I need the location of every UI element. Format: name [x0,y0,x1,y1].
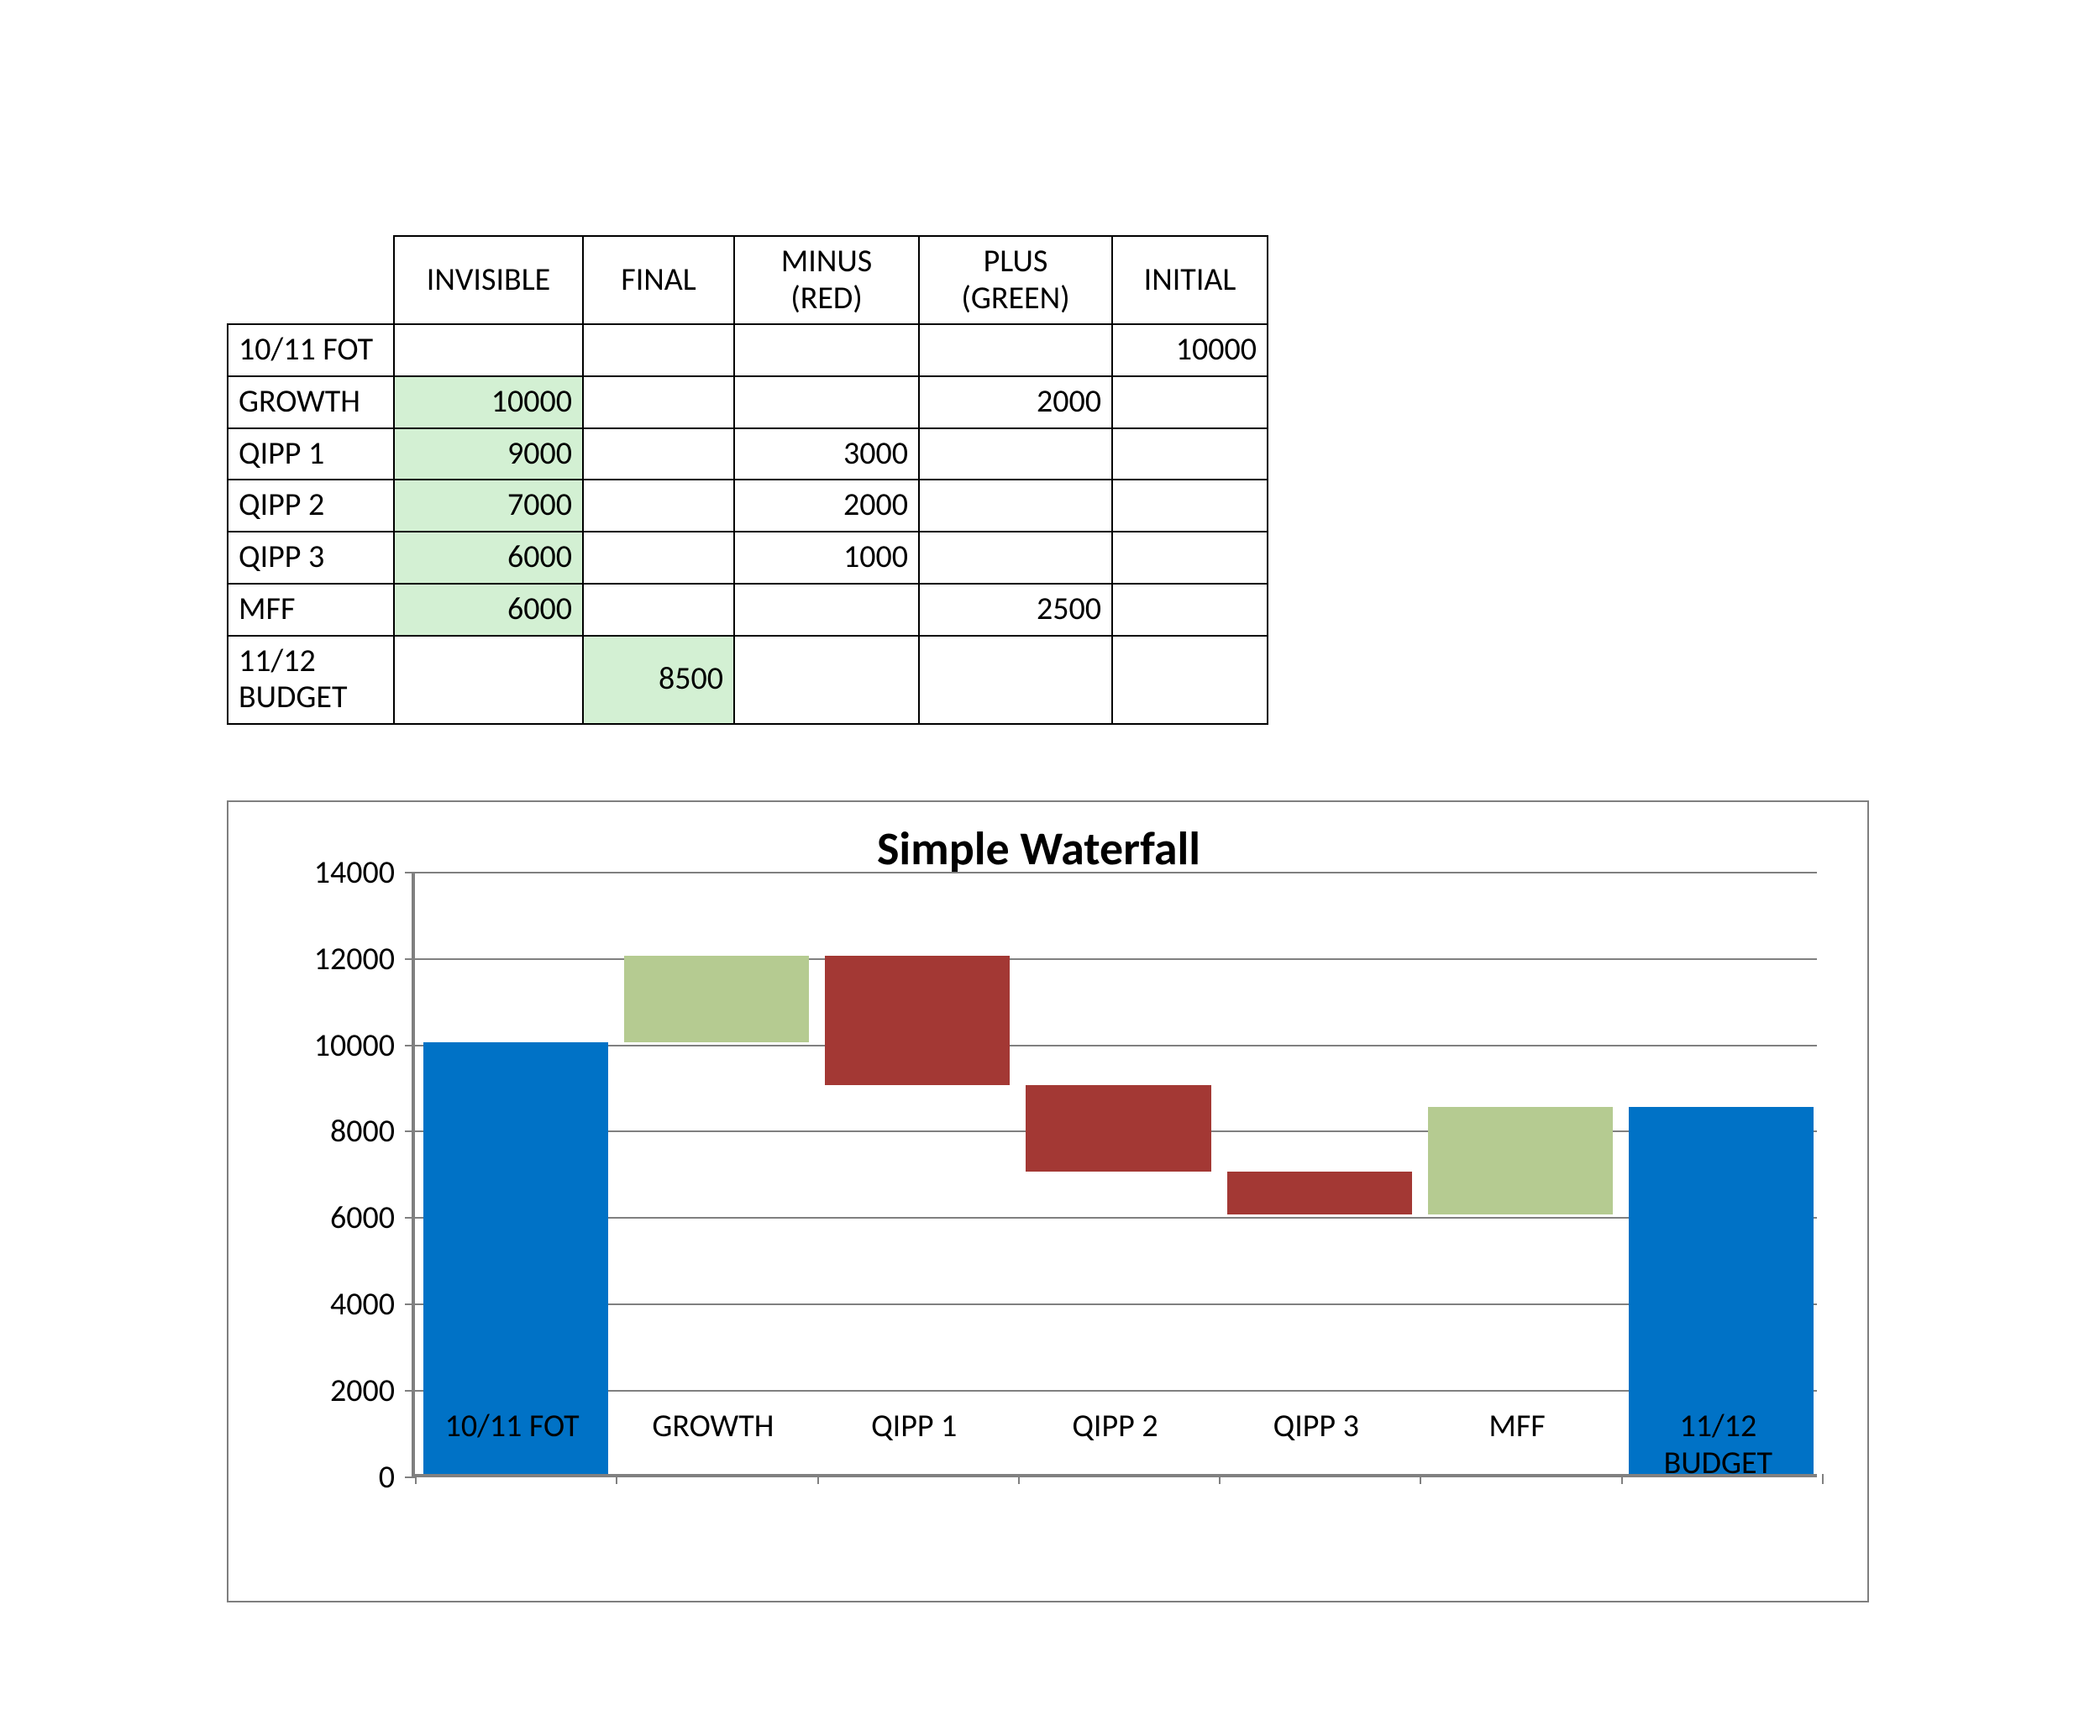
x-tick-label: GROWTH [617,1408,810,1445]
table-row: GROWTH10000 2000 [228,376,1268,428]
cell-minus [734,636,919,724]
cell-initial [1112,480,1268,532]
cell-final [583,428,734,480]
cell-minus: 2000 [734,480,919,532]
y-tick-mark [405,1045,415,1046]
cell-initial [1112,532,1268,584]
y-tick-label: 8000 [330,1112,395,1151]
col-header-minus: MINUS (RED) [734,236,919,324]
x-tick-label: QIPP 2 [1019,1408,1212,1445]
y-axis: 02000400060008000100001200014000 [260,873,412,1477]
cell-minus: 3000 [734,428,919,480]
cell-final [583,480,734,532]
y-tick-mark [405,1303,415,1305]
plot-area [412,873,1817,1477]
cell-plus [919,636,1112,724]
row-label: 11/12BUDGET [228,636,394,724]
table-row: MFF6000 2500 [228,584,1268,636]
x-tick-label: 10/11 FOT [416,1408,609,1445]
cell-initial [1112,636,1268,724]
cell-invisible: 6000 [394,532,583,584]
table-corner [228,236,394,324]
y-tick-label: 10000 [314,1026,395,1065]
cell-initial [1112,376,1268,428]
grid-line [415,872,1817,873]
bar-stack [825,956,1010,1474]
row-label: QIPP 1 [228,428,394,480]
bar-segment-minus [1227,1172,1412,1214]
y-tick-label: 6000 [330,1198,395,1237]
y-tick-mark [405,1390,415,1392]
cell-initial: 10000 [1112,324,1268,376]
cell-plus [919,428,1112,480]
cell-invisible [394,324,583,376]
table-row: QIPP 36000 1000 [228,532,1268,584]
cell-plus [919,324,1112,376]
cell-minus [734,324,919,376]
col-header-final: FINAL [583,236,734,324]
table-row: 11/12BUDGET 8500 [228,636,1268,724]
cell-minus [734,584,919,636]
cell-final [583,532,734,584]
cell-plus: 2000 [919,376,1112,428]
x-tick-mark [616,1474,617,1484]
y-tick-label: 2000 [330,1371,395,1410]
y-tick-mark [405,958,415,960]
x-axis-labels: 10/11 FOTGROWTHQIPP 1QIPP 2QIPP 3MFF11/1… [412,1511,1817,1595]
col-header-plus: PLUS (GREEN) [919,236,1112,324]
col-header-initial: INITIAL [1112,236,1268,324]
x-tick-label: 11/12BUDGET [1621,1408,1814,1482]
cell-minus: 1000 [734,532,919,584]
y-tick-label: 14000 [314,853,395,892]
cell-plus [919,480,1112,532]
cell-invisible [394,636,583,724]
cell-final [583,376,734,428]
waterfall-data-table: INVISIBLE FINAL MINUS (RED) PLUS (GREEN)… [227,235,1268,725]
cell-initial [1112,584,1268,636]
cell-invisible: 7000 [394,480,583,532]
x-tick-label: QIPP 3 [1220,1408,1413,1445]
cell-final [583,584,734,636]
y-tick-label: 0 [379,1458,395,1497]
y-tick-mark [405,1476,415,1478]
x-tick-mark [1219,1474,1221,1484]
x-tick-label: MFF [1420,1408,1614,1445]
cell-invisible: 6000 [394,584,583,636]
y-tick-label: 12000 [314,940,395,978]
cell-plus [919,532,1112,584]
x-tick-mark [1420,1474,1421,1484]
x-tick-mark [1018,1474,1020,1484]
table-row: 10/11 FOT 10000 [228,324,1268,376]
cell-final [583,324,734,376]
table-row: QIPP 27000 2000 [228,480,1268,532]
waterfall-chart: Simple Waterfall 0 2000 4000 6000 8000 10000 1… [227,800,1869,1602]
cell-invisible: 10000 [394,376,583,428]
cell-plus: 2500 [919,584,1112,636]
bar-stack [624,956,809,1474]
y-tick-label: 4000 [330,1285,395,1324]
cell-invisible: 9000 [394,428,583,480]
bar-segment-minus [1026,1085,1210,1172]
x-tick-mark [1822,1474,1824,1484]
row-label: QIPP 2 [228,480,394,532]
row-label: 10/11 FOT [228,324,394,376]
cell-minus [734,376,919,428]
cell-final: 8500 [583,636,734,724]
row-label: QIPP 3 [228,532,394,584]
x-tick-label: QIPP 1 [817,1408,1011,1445]
bar-segment-minus [825,956,1010,1085]
x-tick-mark [415,1474,417,1484]
bar-segment-plus [624,956,809,1042]
y-tick-mark [405,872,415,873]
bar-segment-plus [1428,1107,1613,1215]
y-tick-mark [405,1130,415,1132]
row-label: GROWTH [228,376,394,428]
x-tick-mark [817,1474,819,1484]
row-label: MFF [228,584,394,636]
y-tick-mark [405,1217,415,1219]
table-row: QIPP 19000 3000 [228,428,1268,480]
chart-title: Simple Waterfall [260,821,1817,878]
col-header-invisible: INVISIBLE [394,236,583,324]
cell-initial [1112,428,1268,480]
